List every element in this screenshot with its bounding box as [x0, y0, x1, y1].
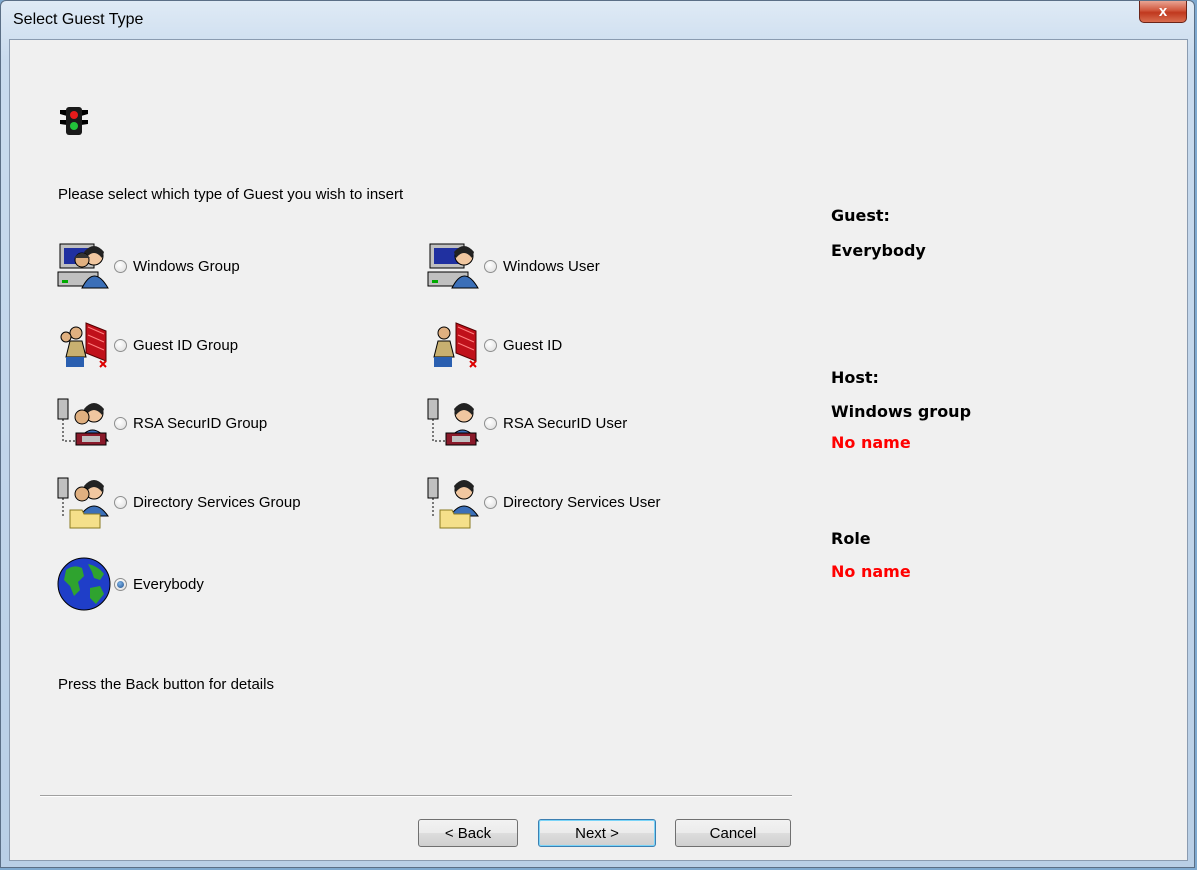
radio-directory-services-group[interactable] [114, 495, 127, 509]
option-guest-id[interactable]: Guest ID [426, 317, 562, 373]
radio-guest-id-group[interactable] [114, 338, 127, 352]
instruction-text: Please select which type of Guest you wi… [58, 186, 404, 203]
directory-services-group-icon [57, 477, 109, 529]
title-bar[interactable]: Select Guest Type x [1, 1, 1194, 39]
radio-windows-user[interactable] [484, 259, 497, 273]
traffic-light-icon [60, 107, 88, 135]
host-value: Windows group [831, 402, 972, 421]
role-label: Role [831, 529, 871, 548]
close-icon: x [1158, 3, 1168, 20]
radio-rsa-securid-group[interactable] [114, 416, 127, 430]
dialog-window: Select Guest Type x Please select which … [0, 0, 1195, 868]
windows-user-icon [427, 243, 479, 289]
guest-value: Everybody [831, 241, 926, 260]
option-label: Guest ID [503, 336, 563, 354]
windows-group-icon [57, 243, 109, 289]
option-windows-user[interactable]: Windows User [426, 238, 600, 294]
option-rsa-securid-group[interactable]: RSA SecurID Group [56, 395, 267, 451]
guest-label: Guest: [831, 206, 890, 225]
rsa-securid-user-icon [427, 398, 479, 446]
host-name: No name [831, 433, 911, 452]
option-label: RSA SecurID User [503, 414, 628, 432]
radio-windows-group[interactable] [114, 259, 127, 273]
option-label: RSA SecurID Group [133, 414, 268, 432]
option-everybody[interactable]: Everybody [56, 556, 204, 612]
separator-line [40, 795, 792, 797]
option-rsa-securid-user[interactable]: RSA SecurID User [426, 395, 627, 451]
option-label: Windows Group [133, 257, 240, 275]
close-button[interactable]: x [1139, 1, 1187, 23]
option-directory-services-group[interactable]: Directory Services Group [56, 474, 301, 530]
option-label: Everybody [133, 575, 204, 593]
host-label: Host: [831, 368, 879, 387]
radio-rsa-securid-user[interactable] [484, 416, 497, 430]
option-guest-id-group[interactable]: Guest ID Group [56, 317, 238, 373]
option-label: Directory Services Group [133, 493, 301, 511]
option-windows-group[interactable]: Windows Group [56, 238, 240, 294]
option-label: Windows User [503, 257, 600, 275]
directory-services-user-icon [427, 477, 479, 529]
radio-guest-id[interactable] [484, 338, 497, 352]
radio-directory-services-user[interactable] [484, 495, 497, 509]
option-directory-services-user[interactable]: Directory Services User [426, 474, 661, 530]
role-name: No name [831, 562, 911, 581]
radio-everybody[interactable] [114, 577, 127, 591]
guest-id-group-icon [60, 322, 107, 368]
next-button[interactable]: Next > [538, 819, 656, 847]
footer-note: Press the Back button for details [58, 676, 274, 693]
dialog-client-area: Please select which type of Guest you wi… [9, 39, 1188, 861]
rsa-securid-group-icon [57, 398, 109, 446]
option-label: Directory Services User [503, 493, 661, 511]
globe-icon [57, 557, 111, 611]
option-label: Guest ID Group [133, 336, 239, 354]
back-button[interactable]: < Back [418, 819, 518, 847]
guest-id-icon [433, 322, 477, 368]
window-title: Select Guest Type [13, 11, 144, 28]
cancel-button[interactable]: Cancel [675, 819, 791, 847]
